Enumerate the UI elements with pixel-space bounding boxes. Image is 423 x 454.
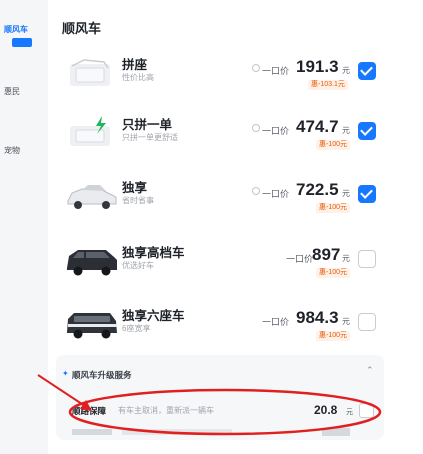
sidebar-item-label: 惠民 (4, 87, 20, 96)
price-unit: 元 (342, 189, 350, 198)
option-name: 独享高档车 (122, 246, 185, 260)
option-name: 只拼一单 (122, 118, 173, 132)
option-row-zhipin[interactable]: 只拼一单 只拼一单更舒适 一口价 474.7 元 惠-100元 (48, 102, 390, 162)
price-prefix: 一口价 (262, 189, 290, 199)
price-value: 191.3 (296, 57, 339, 76)
price-unit: 元 (342, 126, 350, 135)
info-icon[interactable] (252, 64, 260, 72)
service-description: 有车主取消，重新派一辆车 (118, 406, 214, 415)
option-name: 拼座 (122, 58, 148, 72)
option-name: 独享六座车 (122, 309, 185, 323)
sidebar: 顺风车 惠民 宠物 (0, 0, 48, 454)
suv-car-icon (67, 250, 117, 276)
service-checkbox[interactable] (359, 403, 374, 418)
price-value: 474.7 (296, 117, 339, 136)
sidebar-item-pet[interactable]: 宠物 (4, 145, 44, 156)
upgrade-star-icon: ✦ (62, 369, 69, 378)
price-prefix: 一口价 (262, 66, 290, 76)
discount-badge: 惠-103.1元 (308, 80, 348, 90)
main-panel: 顺风车 拼座 性价比高 一口价 191.3 元 惠-103.1元 只拼一单 只拼… (48, 0, 390, 454)
discount-badge: 惠-100元 (316, 140, 351, 150)
seat-car-icon (70, 59, 110, 86)
sidebar-item-label: 宠物 (4, 146, 20, 155)
section-title: 顺风车 (62, 21, 102, 36)
price-prefix: 一口价 (262, 317, 290, 327)
option-subtitle: 优选好车 (122, 261, 154, 270)
option-checkbox[interactable] (358, 185, 376, 203)
option-row-liuzuo[interactable]: 独享六座车 6座宽享 一口价 984.3 元 惠-100元 (48, 293, 390, 353)
upgrade-title: 顺风车升级服务 (72, 370, 132, 380)
discount-badge: 惠-100元 (316, 331, 351, 341)
sidebar-item-label: 顺风车 (4, 25, 28, 34)
price-prefix: 一口价 (262, 126, 290, 136)
price-unit: 元 (342, 317, 350, 326)
info-icon[interactable] (252, 187, 260, 195)
price-unit: 元 (342, 66, 350, 75)
info-icon[interactable] (252, 124, 260, 132)
discount-badge: 惠-100元 (316, 268, 351, 278)
price-unit: 元 (342, 254, 350, 263)
price-value: 984.3 (296, 308, 339, 327)
option-subtitle: 只拼一单更舒适 (122, 133, 178, 142)
service-name: 顺路保障 (72, 406, 107, 416)
sidebar-item-huimin[interactable]: 惠民 (4, 86, 44, 97)
price-prefix: 一口价 (286, 254, 314, 264)
sidebar-active-tag (12, 38, 32, 47)
price-value: 722.5 (296, 180, 339, 199)
sidebar-item-shunfengche[interactable]: 顺风车 (4, 24, 44, 35)
collapse-chevron-icon[interactable]: ⌃ (366, 365, 374, 376)
option-checkbox[interactable] (358, 122, 376, 140)
next-service-row-faded (72, 428, 350, 436)
upgrade-services-card: ✦ 顺风车升级服务 ⌃ 顺路保障 有车主取消，重新派一辆车 20.8 元 (56, 355, 384, 440)
option-checkbox[interactable] (358, 313, 376, 331)
option-row-pinzuo[interactable]: 拼座 性价比高 一口价 191.3 元 惠-103.1元 (48, 42, 390, 102)
option-row-gaodang[interactable]: 独享高档车 优选好车 一口价 897 元 惠-100元 (48, 230, 390, 290)
van-car-icon (67, 313, 117, 339)
discount-badge: 惠-100元 (316, 203, 351, 213)
sedan-car-icon (67, 185, 117, 209)
option-subtitle: 性价比高 (122, 73, 154, 82)
service-price: 20.8 (314, 403, 338, 417)
price-value: 897 (312, 245, 341, 264)
option-row-duxiang[interactable]: 独享 省时省事 一口价 722.5 元 惠-100元 (48, 165, 390, 225)
option-checkbox[interactable] (358, 250, 376, 268)
lightning-seat-icon (70, 116, 110, 146)
option-checkbox[interactable] (358, 62, 376, 80)
service-price-unit: 元 (346, 409, 353, 416)
option-subtitle: 省时省事 (122, 196, 154, 205)
option-subtitle: 6座宽享 (122, 324, 151, 333)
option-name: 独享 (122, 181, 148, 195)
